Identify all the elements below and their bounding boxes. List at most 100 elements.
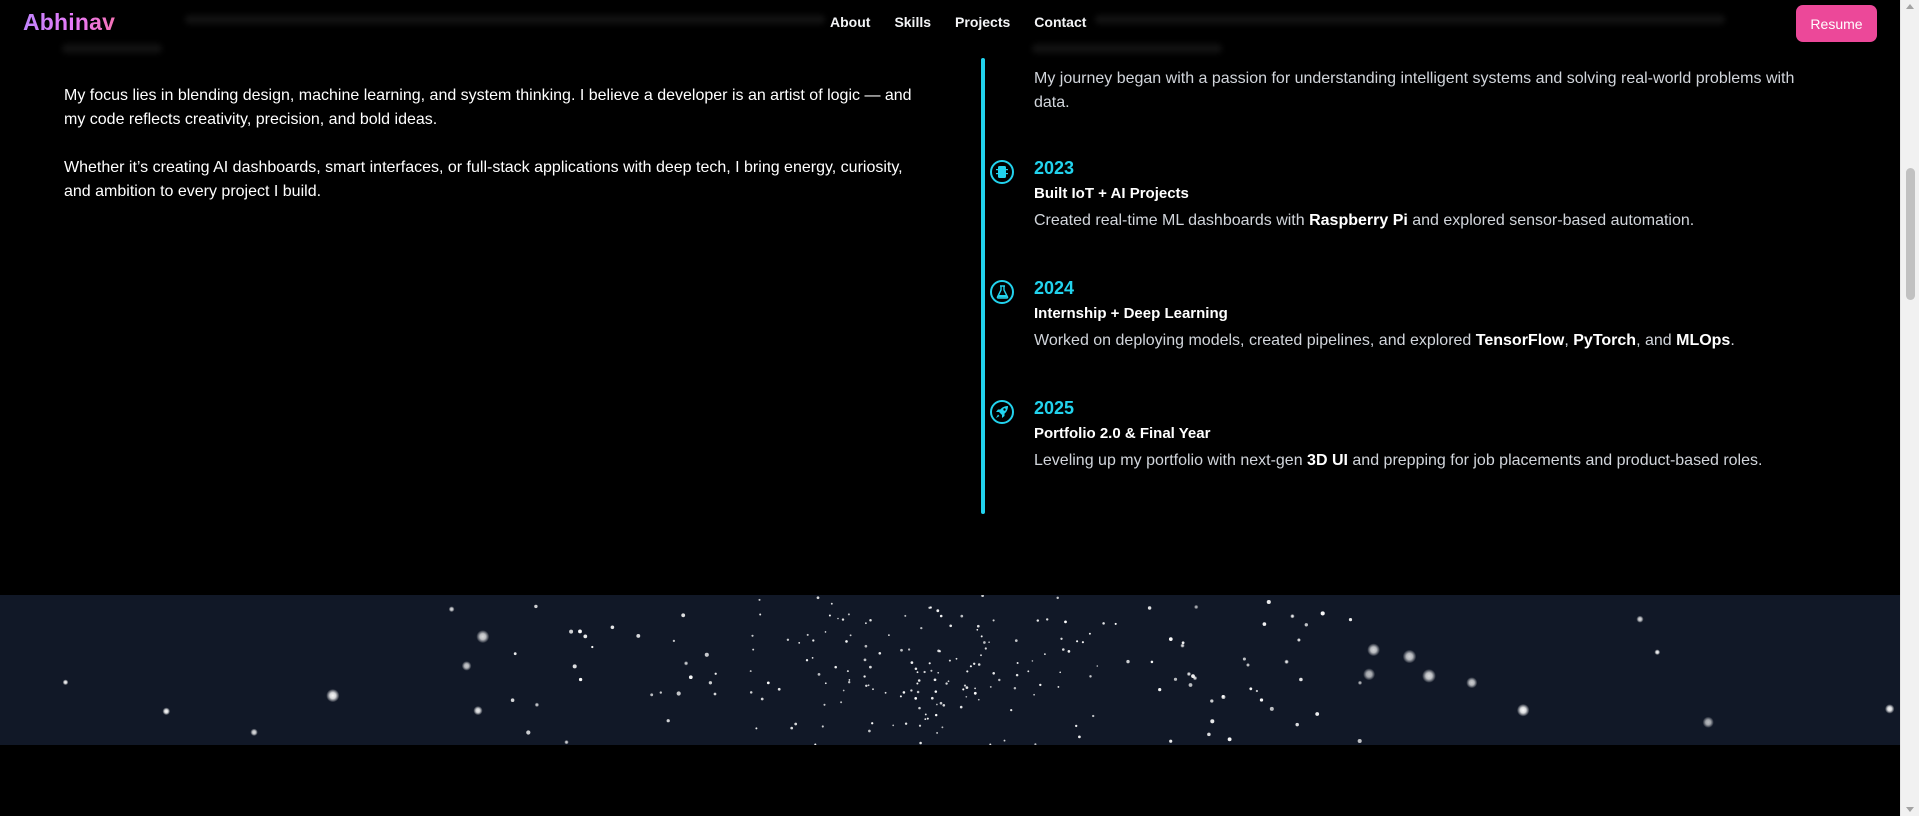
star <box>846 670 849 673</box>
star <box>928 662 931 665</box>
star <box>984 647 987 650</box>
description-text: . <box>1730 332 1735 349</box>
star <box>1081 641 1084 644</box>
star <box>1315 712 1320 716</box>
star <box>817 673 821 676</box>
scroll-thumb[interactable] <box>1906 168 1915 300</box>
star <box>1044 653 1046 655</box>
star <box>1036 619 1040 622</box>
star <box>981 595 984 598</box>
star <box>824 682 827 685</box>
star <box>916 682 919 685</box>
star <box>938 650 942 653</box>
star <box>816 596 820 600</box>
star <box>907 648 911 651</box>
resume-button[interactable]: Resume <box>1796 5 1877 42</box>
nav-link-skills[interactable]: Skills <box>894 14 931 30</box>
star <box>960 614 964 618</box>
scroll-up-arrow[interactable] <box>1906 4 1914 9</box>
star <box>162 707 171 716</box>
star <box>830 602 833 605</box>
page-scrollbar[interactable] <box>1900 0 1919 816</box>
star <box>1466 677 1478 689</box>
star <box>936 703 938 706</box>
star <box>812 639 815 642</box>
star <box>326 688 340 703</box>
star <box>904 614 907 617</box>
star <box>1402 649 1417 664</box>
star <box>869 618 872 622</box>
star <box>989 743 992 745</box>
star <box>824 631 827 633</box>
highlight-term: MLOps <box>1676 332 1731 349</box>
star <box>659 691 662 694</box>
star <box>998 678 1001 682</box>
star <box>941 726 944 729</box>
nav-links: About Skills Projects Contact <box>830 14 1086 30</box>
star <box>650 693 654 697</box>
star <box>1348 618 1353 622</box>
star <box>1168 637 1173 641</box>
scroll-down-arrow[interactable] <box>1906 807 1914 812</box>
star <box>704 652 709 657</box>
nav-link-contact[interactable]: Contact <box>1034 14 1086 30</box>
star <box>865 622 867 625</box>
star <box>872 688 874 691</box>
timeline-year: 2023 <box>1034 158 1075 178</box>
star <box>955 657 958 660</box>
description-text: and explored sensor-based automation. <box>1407 212 1695 229</box>
star <box>755 727 758 730</box>
star <box>980 654 982 657</box>
star <box>1242 657 1246 661</box>
site-logo[interactable]: Abhinav <box>23 9 115 36</box>
star <box>676 691 681 696</box>
star <box>933 678 937 682</box>
star <box>1173 677 1178 681</box>
star <box>871 722 874 725</box>
star <box>1320 611 1325 616</box>
timeline-title: Built IoT + AI Projects <box>1034 185 1189 202</box>
star <box>939 701 943 705</box>
about-paragraph: My focus lies in blending design, machin… <box>64 87 912 128</box>
star <box>578 677 583 682</box>
flask-icon <box>990 280 1014 304</box>
star <box>1031 660 1034 662</box>
star <box>863 658 867 662</box>
star <box>1078 735 1081 739</box>
star <box>798 642 801 644</box>
nav-link-about[interactable]: About <box>830 14 870 30</box>
star <box>980 635 983 638</box>
nav-link-projects[interactable]: Projects <box>955 14 1010 30</box>
star <box>448 606 455 613</box>
star <box>461 661 472 671</box>
scrolled-text-ghost <box>185 15 825 24</box>
star <box>752 648 755 651</box>
star <box>1357 680 1363 685</box>
star <box>1299 677 1303 682</box>
highlight-term: Raspberry Pi <box>1309 212 1408 229</box>
star <box>1062 648 1065 651</box>
star <box>564 739 569 745</box>
star <box>1297 638 1301 642</box>
scrolled-text-ghost <box>1095 15 1725 24</box>
star <box>1249 687 1253 691</box>
star <box>1180 643 1185 648</box>
star <box>965 695 968 698</box>
description-text: and prepping for job placements and prod… <box>1347 452 1763 469</box>
star <box>569 629 574 634</box>
star <box>610 625 615 630</box>
star <box>884 691 887 694</box>
star <box>828 614 831 617</box>
star <box>939 614 943 618</box>
starfield-canvas <box>0 595 1900 745</box>
star <box>683 661 689 666</box>
star <box>823 703 826 706</box>
star <box>1884 704 1895 714</box>
description-text: , <box>1564 332 1574 349</box>
timeline-description: Worked on deploying models, created pipe… <box>1034 332 1735 350</box>
star <box>1034 743 1037 745</box>
star <box>811 657 814 659</box>
star <box>476 630 490 644</box>
star <box>1075 724 1078 728</box>
star <box>973 662 976 665</box>
